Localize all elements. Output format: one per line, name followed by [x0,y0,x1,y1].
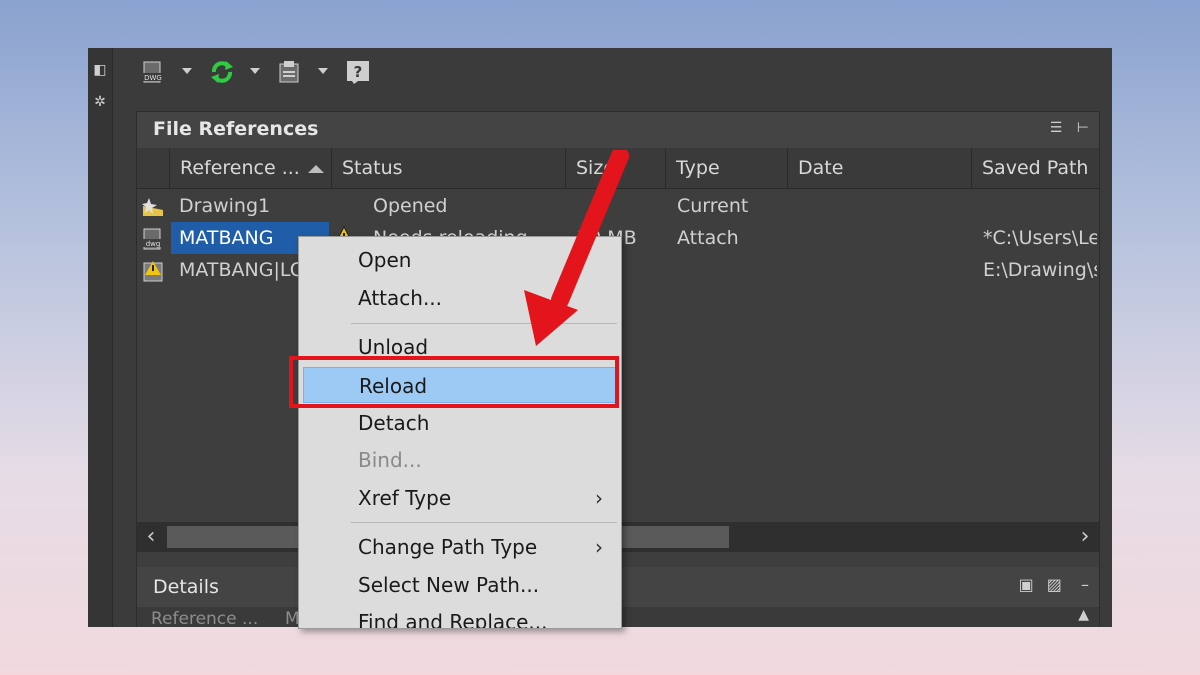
preview-icon[interactable]: ▨ [1047,575,1062,594]
column-saved-path-label: Saved Path [982,157,1089,179]
menu-item-label: Xref Type [358,486,452,510]
palette-side-strip: ◧ ✲ [88,48,113,627]
menu-item-open[interactable]: Open [299,242,621,278]
panel-title: File References [153,118,319,140]
menu-item-label: Detach [358,411,430,435]
scroll-right-icon[interactable]: › [1071,522,1099,552]
chevron-right-icon: › [595,486,603,510]
refresh-icon [211,61,233,83]
collapse-icon[interactable]: – [1081,575,1089,594]
attach-dwg-icon: DWG [142,61,164,83]
menu-item-label: Select New Path... [358,573,540,597]
menu-item-label: Open [358,248,412,272]
menu-item-label: Bind... [358,448,422,472]
chevron-down-icon[interactable] [182,68,192,74]
details-icons: ▣ ▨ – [1019,575,1089,594]
view-toggle-icons: ☰ ⊢ [1050,120,1089,136]
column-status-label: Status [342,157,403,179]
chevron-down-icon[interactable] [250,68,260,74]
saved-path-cell: *C:\Users\Le [983,227,1097,249]
details-view-icon[interactable]: ▣ [1019,575,1034,594]
details-field-label: Reference ... [151,609,259,627]
scroll-left-icon[interactable]: ‹ [137,522,165,552]
menu-item-reload[interactable]: Reload [303,367,617,403]
column-date[interactable]: Date [787,148,971,188]
sort-ascending-icon [307,164,324,173]
dwg-label: DWG [144,74,162,82]
dwg-file-icon: dwg [142,228,164,250]
column-status[interactable]: Status [331,148,565,188]
menu-item-label: Change Path Type [358,535,538,559]
menu-item-label: Find and Replace... [358,610,548,629]
status-cell: Opened [373,195,448,217]
change-path-icon [279,61,299,83]
warning-file-icon [143,261,163,282]
chevron-down-icon[interactable] [318,68,328,74]
list-view-icon[interactable]: ☰ [1050,120,1063,136]
column-date-label: Date [798,157,844,179]
column-type[interactable]: Type [665,148,787,188]
menu-item-find-and-replace[interactable]: Find and Replace... [299,604,621,629]
attach-dwg-button[interactable]: DWG [140,58,196,86]
menu-separator [351,522,617,523]
drawing-icon [142,198,163,216]
menu-item-label: Unload [358,335,429,359]
saved-path-cell: E:\Drawing\s [983,259,1097,281]
menu-item-label: Attach... [358,286,443,310]
svg-text:dwg: dwg [146,240,161,248]
column-size-label: Size [576,157,616,179]
settings-icon[interactable]: ✲ [92,94,108,110]
column-saved-path[interactable]: Saved Path [971,148,1099,188]
tree-view-icon[interactable]: ⊢ [1077,120,1089,136]
column-reference[interactable]: Reference ... [169,148,331,188]
refresh-button[interactable] [208,58,264,86]
menu-item-label: Reload [359,374,428,398]
type-cell: Attach [677,227,739,249]
menu-item-select-new-path[interactable]: Select New Path... [299,567,621,603]
menu-separator [351,323,617,324]
column-size[interactable]: Size [565,148,665,188]
type-cell: Current [677,195,749,217]
menu-item-attach[interactable]: Attach... [299,280,621,316]
menu-item-change-path-type[interactable]: Change Path Type › [299,529,621,565]
column-header-row: Reference ... Status Size Type Date Save… [137,148,1099,189]
scroll-up-icon[interactable]: ▲ [1078,607,1089,623]
help-button[interactable]: ? [344,58,374,86]
help-icon: ? [347,61,369,84]
menu-item-bind: Bind... [299,442,621,478]
chevron-right-icon: › [595,535,603,559]
reference-name: Drawing1 [179,195,271,217]
help-glyph: ? [354,63,363,81]
menu-item-xref-type[interactable]: Xref Type › [299,480,621,516]
table-row[interactable]: Drawing1 Opened Current [137,190,1099,222]
details-title: Details [153,576,219,598]
menu-item-detach[interactable]: Detach [299,405,621,441]
file-references-header: File References ☰ ⊢ [137,112,1099,148]
menu-item-unload[interactable]: Unload [299,329,621,365]
change-path-button[interactable] [276,58,332,86]
autohide-icon[interactable]: ◧ [92,62,108,78]
reference-name: MATBANG|LO [179,259,303,281]
column-type-label: Type [676,157,720,179]
context-menu: Open Attach... Unload Reload Detach Bind… [298,236,622,629]
column-reference-label: Reference ... [180,157,300,179]
